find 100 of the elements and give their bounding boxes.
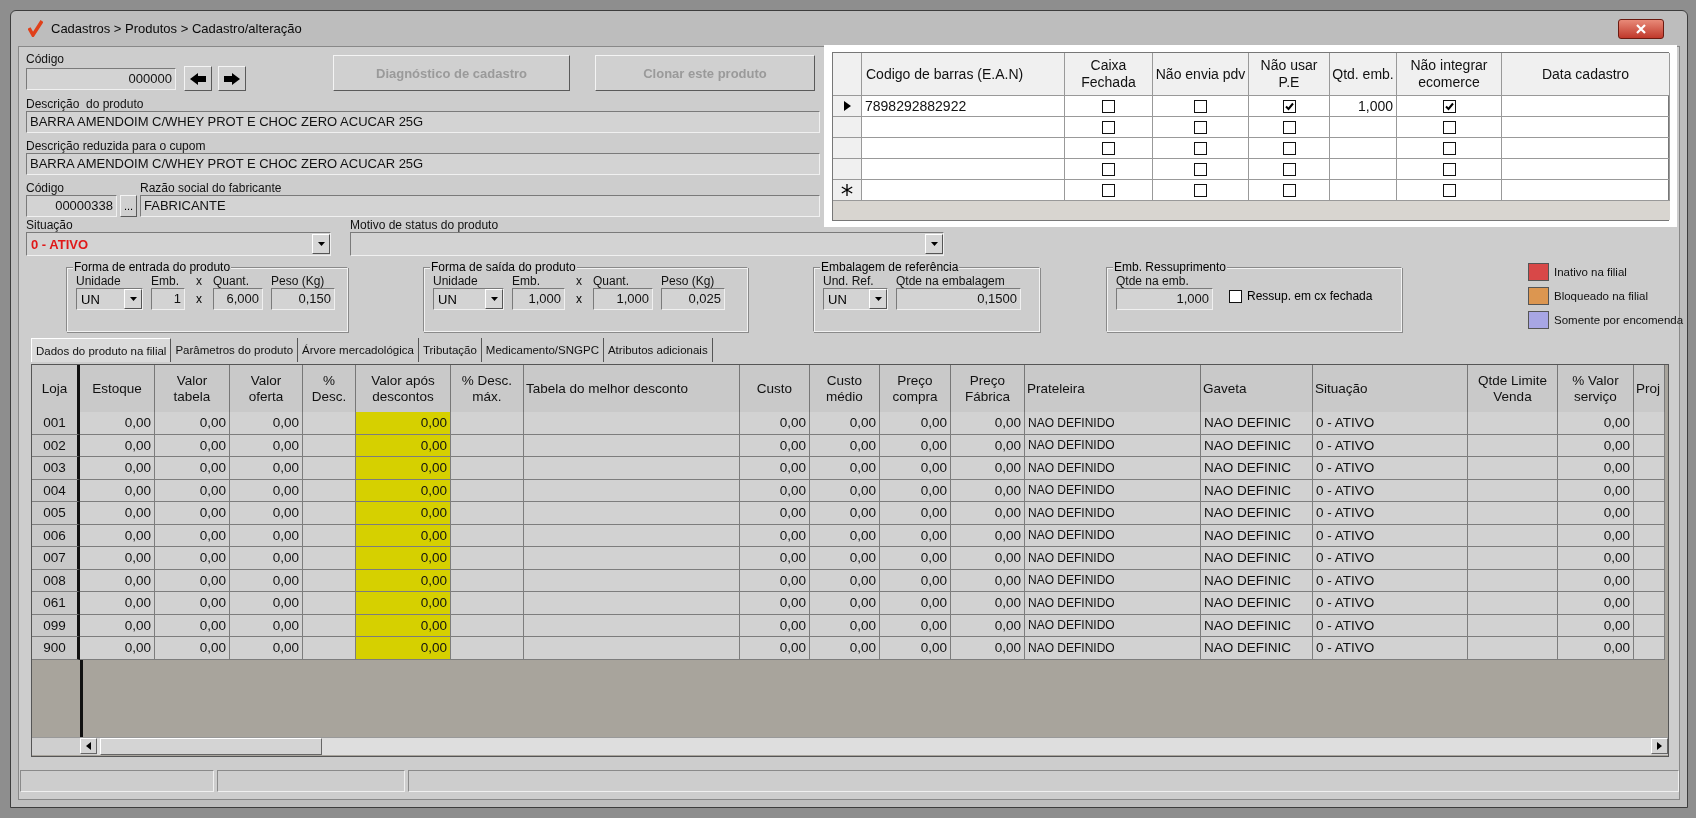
number-field[interactable]: 1,000 xyxy=(593,288,653,310)
unit-dropdown[interactable]: UN xyxy=(76,288,143,310)
tab[interactable]: Medicamento/SNGPC xyxy=(481,338,604,362)
number-field[interactable]: 1,000 xyxy=(1116,288,1213,310)
row-header[interactable]: 005 xyxy=(32,502,80,525)
table-cell: 0,00 xyxy=(740,479,810,502)
column-header[interactable]: Estoque xyxy=(80,365,155,413)
field-label: Descrição do produto xyxy=(26,97,145,111)
column-header[interactable]: Valor tabela xyxy=(155,365,230,413)
table-cell: NAO DEFINIDO xyxy=(1025,547,1201,570)
checkbox[interactable] xyxy=(1442,162,1456,176)
browse-button[interactable]: ... xyxy=(120,195,137,217)
table-cell: 0,00 xyxy=(356,457,451,480)
horizontal-scrollbar[interactable] xyxy=(32,736,1668,755)
checkbox[interactable] xyxy=(1194,183,1207,197)
row-header[interactable] xyxy=(833,180,862,201)
tab[interactable]: Parâmetros do produto xyxy=(171,338,299,362)
column-header[interactable]: % Valor serviço xyxy=(1558,365,1634,413)
unit-dropdown[interactable]: UN xyxy=(823,288,888,310)
unit-dropdown[interactable]: UN xyxy=(433,288,504,310)
number-field[interactable]: 1 xyxy=(151,288,185,310)
column-header[interactable]: Preço compra xyxy=(880,365,951,413)
table-cell: 0,00 xyxy=(1558,569,1634,592)
row-header[interactable]: 002 xyxy=(32,434,80,457)
checkbox[interactable] xyxy=(1282,99,1296,113)
tab[interactable]: Árvore mercadológica xyxy=(298,338,419,362)
number-field[interactable]: 0,150 xyxy=(271,288,335,310)
checkbox[interactable] xyxy=(1102,99,1115,113)
checkbox[interactable] xyxy=(1102,141,1115,155)
checkbox[interactable] xyxy=(1229,289,1242,303)
table-cell: 0,00 xyxy=(155,569,230,592)
column-header[interactable]: Custo xyxy=(740,365,810,413)
checkbox[interactable] xyxy=(1282,183,1296,197)
number-field[interactable]: 0,1500 xyxy=(896,288,1021,310)
checkbox[interactable] xyxy=(1282,141,1296,155)
code-field[interactable]: 000000 xyxy=(26,67,176,90)
previous-button[interactable] xyxy=(184,66,212,91)
column-header[interactable]: Valor após descontos xyxy=(356,365,451,413)
checkbox[interactable] xyxy=(1442,141,1456,155)
column-header[interactable]: % Desc. máx. xyxy=(451,365,524,413)
scrollbar-thumb[interactable] xyxy=(100,737,322,755)
column-header[interactable]: Prateleira xyxy=(1025,365,1201,413)
row-header[interactable]: 900 xyxy=(32,637,80,660)
row-header[interactable]: 061 xyxy=(32,592,80,615)
column-header[interactable]: Tabela do melhor desconto xyxy=(524,365,740,413)
checkbox[interactable] xyxy=(1102,183,1115,197)
table-cell: 0,00 xyxy=(356,479,451,502)
row-header[interactable]: 006 xyxy=(32,524,80,547)
column-header[interactable]: Qtde Limite Venda xyxy=(1468,365,1558,413)
description-field[interactable]: BARRA AMENDOIM C/WHEY PROT E CHOC ZERO ACUCAR 25G xyxy=(26,111,820,133)
checkbox[interactable] xyxy=(1442,183,1456,197)
checkbox[interactable] xyxy=(1282,120,1296,134)
row-header[interactable] xyxy=(833,96,862,117)
checkbox[interactable] xyxy=(1442,120,1456,134)
column-header[interactable]: % Desc. xyxy=(303,365,356,413)
row-header[interactable]: 007 xyxy=(32,547,80,570)
dropdown-button[interactable] xyxy=(312,234,330,254)
number-field[interactable]: 0,025 xyxy=(661,288,725,310)
manufacturer-code-field[interactable]: 00000338 xyxy=(26,195,117,217)
field-label: Razão social do fabricante xyxy=(140,181,283,195)
close-button[interactable] xyxy=(1618,18,1664,39)
column-header[interactable]: Custo médio xyxy=(810,365,880,413)
table-cell: 0,00 xyxy=(230,547,303,570)
check-icon xyxy=(1283,100,1295,112)
checkbox[interactable] xyxy=(1282,162,1296,176)
row-header[interactable]: 008 xyxy=(32,569,80,592)
row-header[interactable]: 003 xyxy=(32,457,80,480)
checkbox[interactable] xyxy=(1194,162,1207,176)
manufacturer-name-field[interactable]: FABRICANTE xyxy=(140,195,820,217)
dropdown-button[interactable] xyxy=(869,289,887,309)
next-button[interactable] xyxy=(218,66,246,91)
checkbox[interactable] xyxy=(1102,120,1115,134)
checkbox[interactable] xyxy=(1442,99,1456,113)
row-header[interactable]: 004 xyxy=(32,479,80,502)
table-cell: 0,00 xyxy=(356,524,451,547)
receipt-description-field[interactable]: BARRA AMENDOIM C/WHEY PROT E CHOC ZERO ACUCAR 25G xyxy=(26,153,820,175)
column-header[interactable]: Proj xyxy=(1634,365,1665,413)
scroll-right-button[interactable] xyxy=(1651,737,1668,754)
checkbox[interactable] xyxy=(1194,99,1207,113)
number-field[interactable]: 6,000 xyxy=(213,288,263,310)
column-header[interactable]: Gaveta xyxy=(1201,365,1313,413)
column-header[interactable]: Loja xyxy=(32,365,80,413)
dropdown-button[interactable] xyxy=(925,234,943,254)
tab[interactable]: Atributos adicionais xyxy=(603,338,713,362)
column-header[interactable]: Situação xyxy=(1313,365,1468,413)
checkbox[interactable] xyxy=(1102,162,1115,176)
checkbox[interactable] xyxy=(1194,141,1207,155)
number-field[interactable]: 1,000 xyxy=(512,288,565,310)
column-header[interactable]: Preço Fábrica xyxy=(951,365,1025,413)
checkbox[interactable] xyxy=(1194,120,1207,134)
column-header[interactable]: Valor oferta xyxy=(230,365,303,413)
tab[interactable]: Tributação xyxy=(418,338,482,362)
dropdown-button[interactable] xyxy=(485,289,503,309)
tab[interactable]: Dados do produto na filial xyxy=(31,338,172,362)
row-header[interactable]: 001 xyxy=(32,412,80,435)
status-reason-dropdown[interactable] xyxy=(350,232,944,256)
scroll-left-button[interactable] xyxy=(80,737,97,754)
row-header[interactable]: 099 xyxy=(32,614,80,637)
dropdown-button[interactable] xyxy=(124,289,142,309)
table-cell: NAO DEFINIC xyxy=(1201,592,1313,615)
